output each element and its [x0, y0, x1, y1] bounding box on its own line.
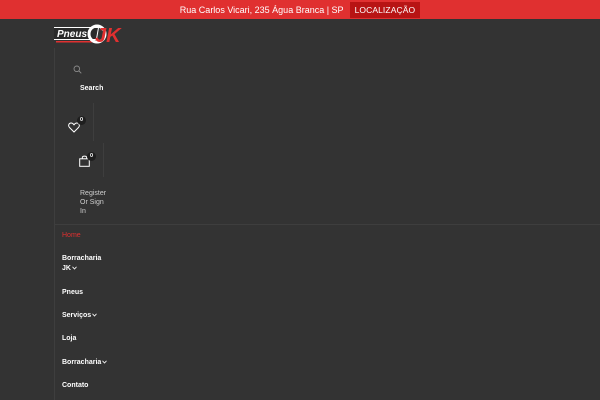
- nav-item-borracharia-jk[interactable]: Borracharia JK: [62, 254, 101, 274]
- nav-label: Borracharia: [62, 359, 102, 366]
- location-button[interactable]: LOCALIZAÇÃO: [349, 1, 421, 18]
- nav-item-loja[interactable]: Loja: [62, 334, 76, 344]
- nav-item-contato[interactable]: Contato: [62, 381, 88, 391]
- nav-label: JK: [62, 265, 71, 272]
- wishlist-count-badge: 0: [77, 116, 86, 125]
- header-divider: [54, 224, 600, 225]
- nav-item-home[interactable]: Home: [62, 231, 81, 241]
- nav-label: Borracharia: [62, 255, 102, 262]
- nav-item-servicos[interactable]: Serviços: [62, 311, 97, 321]
- nav-item-borracharia[interactable]: Borracharia: [62, 358, 108, 368]
- search-icon[interactable]: [73, 61, 82, 74]
- register-link[interactable]: Register: [80, 189, 106, 198]
- site-logo[interactable]: Pneus JK: [50, 22, 122, 47]
- nav-item-pneus[interactable]: Pneus: [62, 288, 83, 298]
- chevron-down-icon: [102, 360, 108, 364]
- search-label[interactable]: Search: [80, 85, 103, 92]
- header-separator: [103, 143, 104, 177]
- chevron-down-icon: [72, 266, 77, 270]
- top-announcement-bar: Rua Carlos Vicari, 235 Água Branca | SP …: [0, 0, 600, 19]
- store-address: Rua Carlos Vicari, 235 Água Branca | SP: [179, 4, 344, 15]
- sign-in-link[interactable]: Or Sign: [80, 198, 106, 207]
- account-links: Register Or Sign In: [80, 189, 106, 216]
- header-separator: [93, 103, 94, 141]
- sign-in-link-cont[interactable]: In: [80, 207, 106, 216]
- logo-word: Pneus: [57, 29, 87, 40]
- nav-label: Serviços: [62, 312, 92, 319]
- pneus-jk-logo: Pneus JK: [50, 24, 122, 47]
- cart-count-badge: 0: [87, 152, 96, 161]
- logo-mark: JK: [95, 25, 122, 46]
- chevron-down-icon: [92, 313, 97, 317]
